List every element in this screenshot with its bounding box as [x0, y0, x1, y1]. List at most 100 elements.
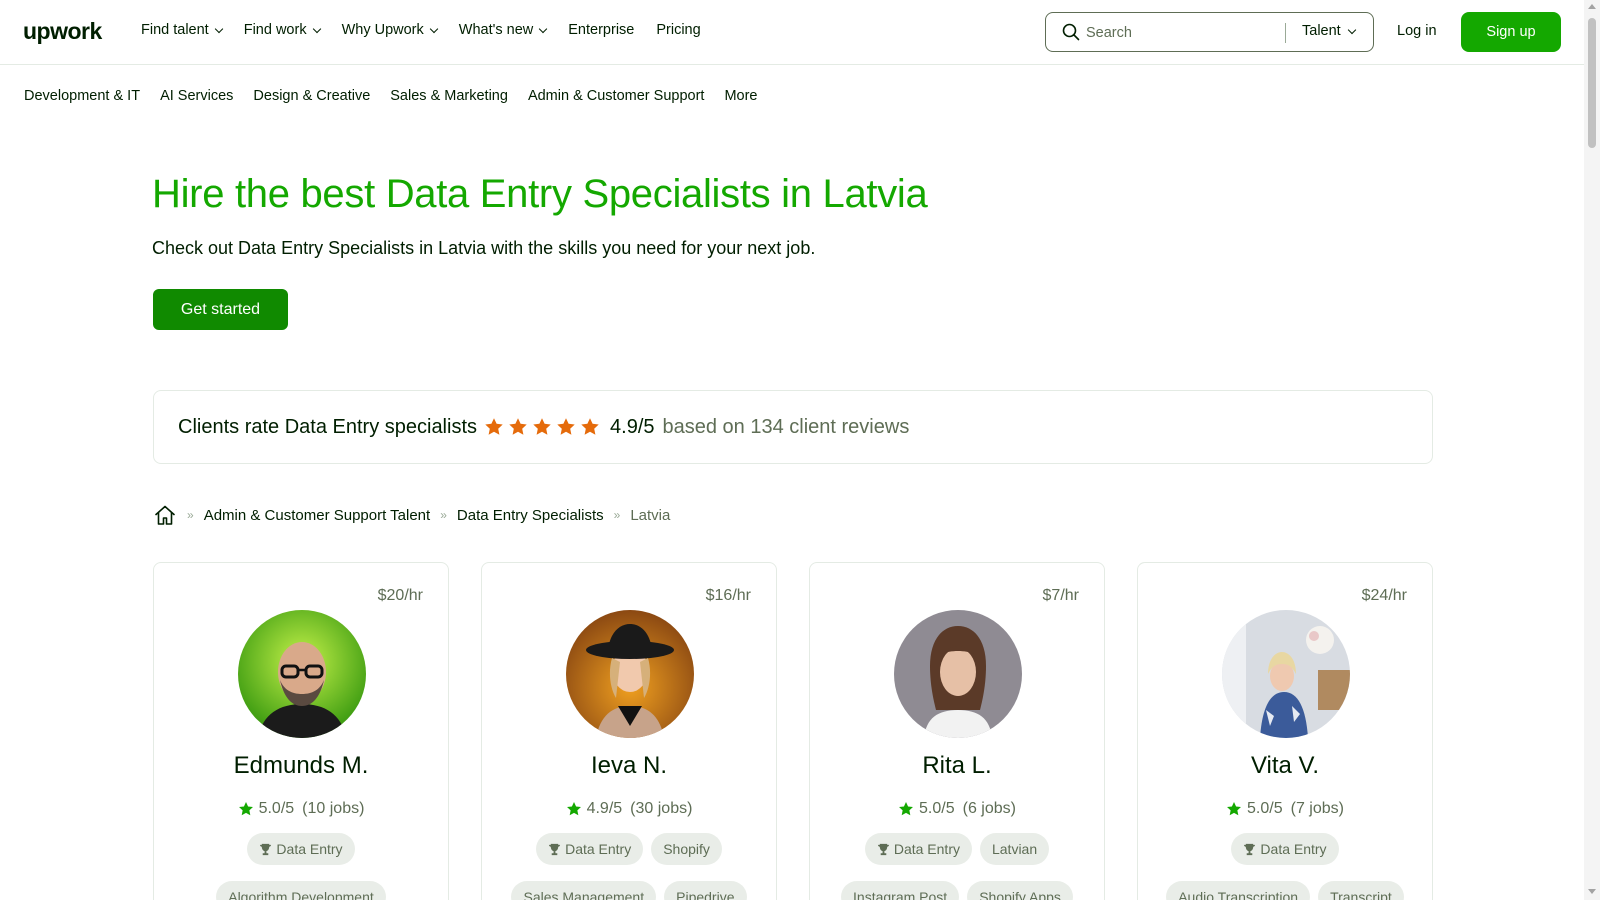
nav-find-talent[interactable]: Find talent	[141, 22, 223, 38]
get-started-button[interactable]: Get started	[153, 289, 288, 330]
freelancer-name: Vita V.	[1250, 752, 1320, 779]
trophy-icon	[260, 843, 272, 855]
skill-tag[interactable]: Pipedrive	[664, 881, 747, 900]
avatar	[238, 610, 366, 738]
nav-label: Pricing	[656, 22, 701, 38]
skill-tag[interactable]: Data Entry	[1231, 833, 1339, 865]
freelancer-card[interactable]: $7/hr Rita L. 5.0/5 (6 jobs) Data Entry …	[809, 562, 1105, 900]
category-ai-services[interactable]: AI Services	[160, 88, 233, 104]
avatar	[894, 610, 1022, 738]
freelancer-card[interactable]: $20/hr Edmunds M. 5.0/5 (10 jobs) Data E…	[153, 562, 449, 900]
skill-tags: Data Entry Latvian Instagram Post Shopif…	[810, 833, 1104, 900]
score-value: 5.0/5	[1247, 800, 1283, 817]
category-development-it[interactable]: Development & IT	[24, 88, 140, 104]
skill-tag[interactable]: Latvian	[979, 833, 1050, 865]
nav-label: Enterprise	[568, 22, 635, 38]
star-icon	[899, 801, 913, 816]
jobs-count: (30 jobs)	[630, 800, 693, 817]
freelancer-score: 5.0/5 (10 jobs)	[154, 800, 448, 818]
page-scrollbar[interactable]	[1584, 0, 1600, 900]
freelancer-card[interactable]: $16/hr Ieva N. 4.9/5 (30 jobs) Data Entr…	[481, 562, 777, 900]
hourly-rate: $24/hr	[1361, 587, 1407, 604]
jobs-count: (6 jobs)	[962, 800, 1016, 817]
category-more[interactable]: More	[724, 88, 757, 104]
skill-tag[interactable]: Shopify	[651, 833, 722, 865]
main-nav: Find talent Find work Why Upwork What's …	[141, 22, 723, 38]
category-nav: Development & IT AI Services Design & Cr…	[24, 88, 777, 104]
freelancer-name: Edmunds M.	[233, 752, 369, 779]
search-scope-label: Talent	[1302, 23, 1341, 39]
breadcrumb-data-entry[interactable]: Data Entry Specialists	[457, 507, 604, 524]
nav-pricing[interactable]: Pricing	[656, 22, 700, 38]
skill-tag[interactable]: Algorithm Development	[216, 881, 386, 900]
scrollbar-thumb[interactable]	[1588, 18, 1596, 148]
skill-tags: Data Entry Audio Transcription Transcrip…	[1138, 833, 1432, 900]
category-sales-marketing[interactable]: Sales & Marketing	[390, 88, 508, 104]
nav-label: What's new	[458, 22, 534, 38]
skill-tag-label: Data Entry	[565, 841, 632, 857]
star-icon	[566, 801, 581, 816]
nav-find-work[interactable]: Find work	[244, 22, 321, 38]
skill-tag[interactable]: Instagram Post	[841, 881, 960, 900]
breadcrumb: » Admin & Customer Support Talent » Data…	[153, 504, 670, 526]
trophy-icon	[549, 843, 561, 855]
skill-tag-label: Data Entry	[276, 841, 343, 857]
jobs-count: (10 jobs)	[302, 800, 365, 817]
rating-label: Clients rate Data Entry specialists	[178, 415, 478, 438]
search-divider	[1285, 23, 1286, 43]
upwork-logo[interactable]: upwork	[23, 18, 102, 45]
skill-tag[interactable]: Audio Transcription	[1166, 881, 1311, 900]
chevron-down-icon	[539, 24, 548, 33]
breadcrumb-admin-support[interactable]: Admin & Customer Support Talent	[204, 507, 431, 524]
chevron-down-icon	[214, 24, 223, 33]
score-value: 5.0/5	[919, 800, 955, 817]
skill-tag[interactable]: Data Entry	[864, 833, 972, 865]
breadcrumb-separator: »	[613, 508, 621, 522]
nav-label: Why Upwork	[341, 22, 424, 38]
star-icon	[1227, 801, 1241, 816]
login-link[interactable]: Log in	[1397, 23, 1437, 39]
home-icon[interactable]	[153, 504, 177, 526]
freelancer-score: 5.0/5 (6 jobs)	[810, 800, 1104, 818]
score-value: 5.0/5	[258, 800, 295, 817]
trophy-icon	[877, 843, 889, 855]
star-icon	[509, 418, 527, 435]
nav-why-upwork[interactable]: Why Upwork	[341, 22, 439, 38]
search-input[interactable]	[1086, 22, 1266, 44]
skill-tag[interactable]: Transcript	[1318, 881, 1404, 900]
avatar	[1222, 610, 1350, 738]
scroll-up-arrow-icon[interactable]	[1588, 4, 1596, 9]
chevron-down-icon	[429, 24, 439, 33]
scroll-down-arrow-icon[interactable]	[1588, 889, 1596, 894]
trophy-icon	[1244, 843, 1256, 855]
category-design-creative[interactable]: Design & Creative	[253, 88, 370, 104]
nav-enterprise[interactable]: Enterprise	[568, 22, 634, 38]
star-icon	[533, 418, 551, 435]
page-subtitle: Check out Data Entry Specialists in Latv…	[152, 238, 816, 258]
hourly-rate: $7/hr	[1042, 587, 1079, 604]
category-admin-support[interactable]: Admin & Customer Support	[528, 88, 705, 104]
star-icon	[485, 418, 503, 435]
skill-tag[interactable]: Sales Management	[511, 881, 657, 900]
skill-tag[interactable]: Shopify Apps	[967, 881, 1073, 900]
skill-tag[interactable]: Data Entry	[247, 833, 355, 865]
search-scope-dropdown[interactable]: Talent	[1302, 23, 1356, 39]
rating-value: 4.9/5	[610, 415, 655, 438]
rating-stars	[484, 417, 604, 437]
freelancer-card[interactable]: $24/hr Vita V. 5.0/5 (7 jobs) Data Entry…	[1137, 562, 1433, 900]
star-icon	[557, 418, 575, 435]
search-box: Talent	[1045, 12, 1374, 52]
chevron-down-icon	[312, 24, 321, 33]
breadcrumb-latvia: Latvia	[630, 506, 671, 524]
breadcrumb-separator: »	[187, 508, 194, 522]
breadcrumb-separator: »	[440, 508, 447, 522]
search-icon[interactable]	[1062, 23, 1080, 41]
skill-tag[interactable]: Data Entry	[536, 833, 644, 865]
skill-tag-label: Data Entry	[1260, 841, 1327, 857]
signup-button[interactable]: Sign up	[1461, 12, 1561, 52]
avatar	[566, 610, 694, 738]
page-title: Hire the best Data Entry Specialists in …	[152, 172, 928, 216]
star-icon	[581, 418, 599, 435]
freelancer-score: 4.9/5 (30 jobs)	[482, 800, 776, 818]
nav-whats-new[interactable]: What's new	[458, 22, 548, 38]
